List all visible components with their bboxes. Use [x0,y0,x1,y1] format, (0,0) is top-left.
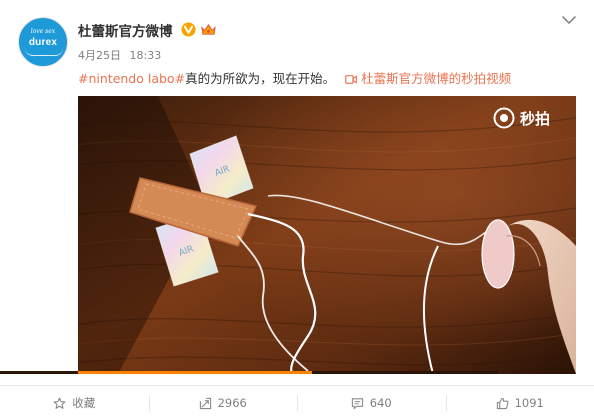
video-player[interactable]: AIR AIR [78,96,576,374]
miaopai-watermark: 秒拍 [493,107,550,129]
repost-icon [199,397,211,409]
post-date[interactable]: 4月25日 [78,49,121,62]
avatar[interactable]: love sex durex [18,17,68,67]
weibo-post-card: love sex durex 杜蕾斯官方微博 4月25日 18:33 #nint… [0,0,594,420]
thumbs-up-icon [496,397,509,409]
comment-count: 640 [369,396,392,410]
video-frame-image: AIR AIR [78,96,576,374]
video-source-link[interactable]: 杜蕾斯官方微博的秒拍视频 [345,71,511,86]
vip-crown-icon[interactable] [200,22,217,37]
video-progress-bar[interactable] [78,371,312,374]
repost-count: 2966 [217,396,247,410]
avatar-brand-logo: durex [28,37,58,48]
video-source-label: 杜蕾斯官方微博的秒拍视频 [361,71,512,86]
video-camera-icon [345,75,357,84]
post-meta: 4月25日 18:33 [78,47,161,63]
miaopai-logo-icon [493,107,515,129]
chevron-down-icon[interactable] [562,15,576,25]
like-button[interactable]: 1091 [445,386,594,420]
account-name[interactable]: 杜蕾斯官方微博 [78,20,173,40]
repost-button[interactable]: 2966 [148,386,298,420]
avatar-tagline: love sex [30,28,56,35]
post-time[interactable]: 18:33 [130,49,162,62]
like-count: 1091 [514,396,544,410]
favorite-button[interactable]: 收藏 [0,386,149,420]
post-text: #nintendo labo#真的为所欲为，现在开始。 杜蕾斯官方微博的秒拍视频 [78,68,511,87]
comment-icon [351,397,363,409]
action-bar: 收藏 2966 640 1091 [0,386,594,420]
verified-badge-icon [181,22,196,37]
watermark-text: 秒拍 [520,109,551,128]
post-body: 真的为所欲为，现在开始。 [185,71,336,86]
favorite-label: 收藏 [72,396,96,410]
star-icon [53,397,66,409]
logo-arc [25,48,63,56]
comment-button[interactable]: 640 [297,386,446,420]
hashtag-link[interactable]: #nintendo labo# [78,71,185,86]
